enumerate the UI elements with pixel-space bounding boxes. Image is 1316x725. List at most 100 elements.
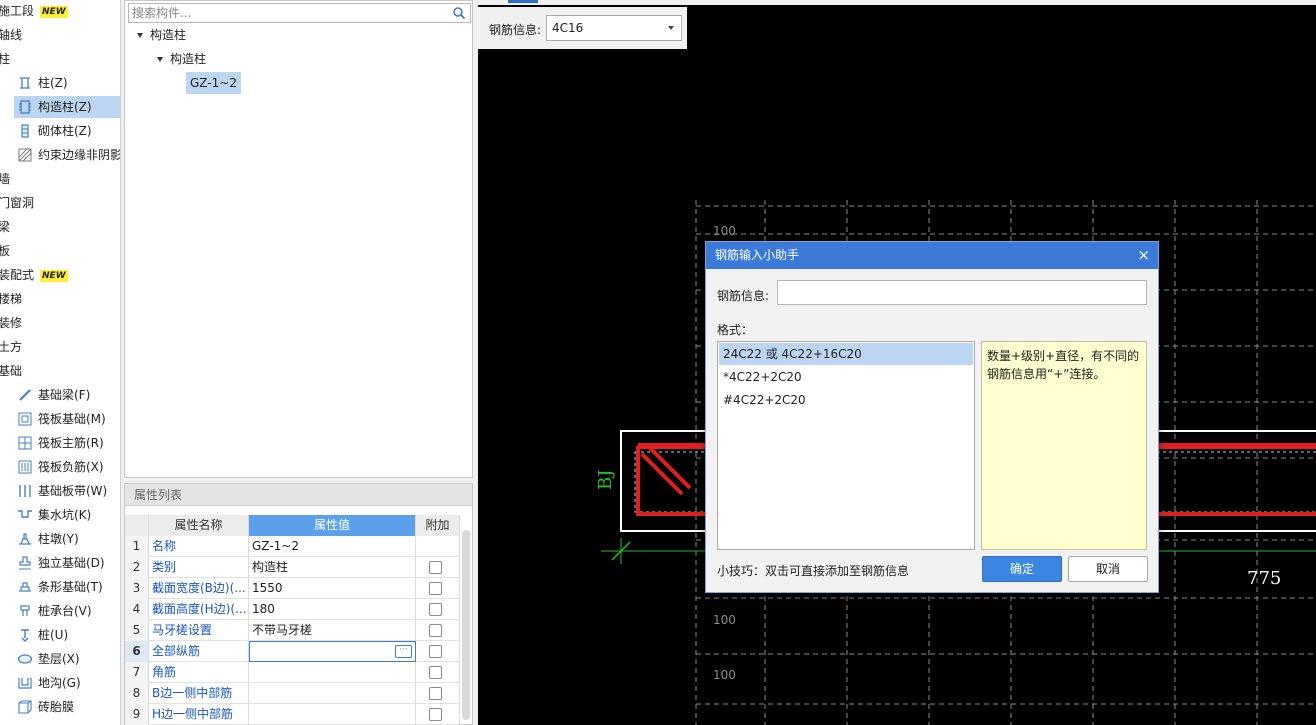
dialog-title-bar[interactable]: 钢筋输入小助手 × [706, 242, 1158, 269]
row-property-name[interactable]: 马牙槎设置 [149, 620, 249, 641]
table-row[interactable]: 2 类别 构造柱 [125, 557, 460, 578]
list-item[interactable]: #4C22+2C20 [719, 389, 973, 411]
nav-item[interactable]: 独立基础(D) [14, 552, 105, 574]
row-property-name[interactable]: 全部纵筋 [149, 641, 249, 662]
list-item[interactable]: *4C22+2C20 [719, 366, 973, 388]
property-scrollbar[interactable] [462, 530, 470, 720]
table-row[interactable]: 5 马牙槎设置 不带马牙槎 [125, 620, 460, 641]
cancel-button[interactable]: 取消 [1068, 556, 1148, 582]
row-property-value[interactable]: ··· [249, 641, 416, 662]
table-row[interactable]: 1 名称 GZ-1~2 [125, 536, 460, 557]
nav-item[interactable]: 筏板基础(M) [14, 408, 106, 430]
nav-item[interactable]: 楼梯 [0, 288, 22, 310]
nav-item[interactable]: 装修 [0, 312, 22, 334]
nav-item[interactable]: 基础梁(F) [14, 384, 90, 406]
row-property-name[interactable]: 截面高度(H边)(... [149, 599, 249, 620]
row-property-name[interactable]: 名称 [149, 536, 249, 557]
extra-checkbox[interactable] [429, 708, 442, 721]
table-row[interactable]: 3 截面宽度(B边)(... 1550 [125, 578, 460, 599]
dialog-rebar-info-field[interactable] [777, 280, 1147, 305]
header-property-value[interactable]: 属性值 [249, 515, 416, 536]
nav-item[interactable]: 墙 [0, 168, 10, 190]
row-property-value[interactable]: 1550 [249, 578, 416, 599]
nav-item[interactable]: 土方 [0, 336, 22, 358]
nav-item[interactable]: 柱 [0, 48, 10, 70]
row-property-value[interactable] [249, 662, 416, 683]
nav-item-label: 装配式 [0, 268, 35, 282]
nav-item-label: 垫层(X) [38, 652, 80, 666]
nav-item[interactable]: 桩(U) [14, 624, 68, 646]
format-list[interactable]: 24C22 或 4C22+16C20 *4C22+2C20 #4C22+2C20 [717, 341, 975, 550]
dialog-rebar-info-input[interactable] [778, 281, 1146, 304]
nav-item[interactable]: 基础板带(W) [14, 480, 107, 502]
table-row[interactable]: 6 全部纵筋 ··· [125, 641, 460, 662]
nav-item[interactable]: 砖胎膜 [14, 696, 74, 718]
nav-item[interactable]: 桩承台(V) [14, 600, 92, 622]
nav-item[interactable]: 地沟(G) [14, 672, 81, 694]
nav-item[interactable]: 基础 [0, 360, 22, 382]
extra-checkbox[interactable] [429, 687, 442, 700]
row-property-name[interactable]: 角筋 [149, 662, 249, 683]
nav-item-label: 砌体柱(Z) [38, 124, 92, 138]
row-extra [416, 620, 460, 641]
search-input[interactable] [129, 4, 439, 22]
extra-checkbox[interactable] [429, 561, 442, 574]
row-property-value[interactable] [249, 683, 416, 704]
extra-checkbox[interactable] [429, 645, 442, 658]
ok-button[interactable]: 确定 [982, 556, 1062, 582]
row-property-name[interactable]: H边一侧中部筋 [149, 704, 249, 725]
row-property-value[interactable] [249, 704, 416, 725]
nav-item[interactable]: 装配式 NEW [0, 264, 68, 286]
nav-item[interactable]: 轴线 [0, 24, 22, 46]
format-description: 数量+级别+直径，有不同的钢筋信息用“+”连接。 [981, 341, 1147, 550]
chevron-down-icon[interactable] [668, 26, 674, 30]
extra-checkbox[interactable] [429, 624, 442, 637]
nav-item[interactable]: 约束边缘非阴影 [14, 144, 120, 166]
nav-item[interactable]: 筏板负筋(X) [14, 456, 104, 478]
table-row[interactable]: 7 角筋 [125, 662, 460, 683]
cushion-icon [17, 654, 33, 664]
nav-item[interactable]: 板 [0, 240, 10, 262]
table-row[interactable]: 9 H边一侧中部筋 [125, 704, 460, 725]
expand-arrow-icon[interactable] [137, 33, 143, 38]
nav-item-label: 轴线 [0, 28, 23, 42]
nav-item[interactable]: 施工段 NEW [0, 0, 68, 22]
search-box[interactable] [128, 3, 471, 23]
more-icon[interactable]: ··· [395, 645, 412, 658]
header-extra[interactable]: 附加 [416, 515, 460, 536]
row-property-value[interactable]: 构造柱 [249, 557, 416, 578]
expand-arrow-icon[interactable] [157, 57, 163, 62]
table-row[interactable]: 4 截面高度(H边)(... 180 [125, 599, 460, 620]
nav-item[interactable]: 柱墩(Y) [14, 528, 79, 550]
row-extra [416, 683, 460, 704]
header-property-name[interactable]: 属性名称 [149, 515, 249, 536]
list-item[interactable]: 24C22 或 4C22+16C20 [719, 343, 973, 365]
nav-item[interactable]: 构造柱(Z) [14, 96, 120, 118]
nav-item[interactable]: 门窗洞 [0, 192, 34, 214]
nav-item[interactable]: 集水坑(K) [14, 504, 91, 526]
nav-item[interactable]: 垫层(X) [14, 648, 80, 670]
nav-item[interactable]: 梁 [0, 216, 10, 238]
extra-checkbox[interactable] [429, 666, 442, 679]
nav-item[interactable]: 条形基础(T) [14, 576, 103, 598]
row-property-name[interactable]: B边一侧中部筋 [149, 683, 249, 704]
tree-node-child[interactable]: 构造柱 [157, 48, 206, 70]
extra-checkbox[interactable] [429, 582, 442, 595]
row-property-value[interactable]: GZ-1~2 [249, 536, 416, 557]
tree-node-root[interactable]: 构造柱 [137, 24, 186, 46]
row-property-name[interactable]: 截面宽度(B边)(... [149, 578, 249, 599]
row-property-value[interactable]: 不带马牙槎 [249, 620, 416, 641]
rebar-info-select[interactable]: 4C16 [546, 15, 682, 41]
close-icon[interactable]: × [1137, 242, 1150, 269]
extra-checkbox[interactable] [429, 603, 442, 616]
tree-node-gz-1-2[interactable]: GZ-1~2 [186, 72, 241, 94]
nav-item[interactable]: 砌体柱(Z) [14, 120, 92, 142]
search-icon[interactable] [452, 6, 466, 20]
table-row[interactable]: 8 B边一侧中部筋 [125, 683, 460, 704]
row-property-value[interactable]: 180 [249, 599, 416, 620]
nav-item[interactable]: 筏板主筋(R) [14, 432, 104, 454]
nav-item[interactable]: 柱(Z) [14, 72, 68, 94]
nav-item-label: 柱(Z) [38, 76, 68, 90]
dialog-rebar-info-label: 钢筋信息: [717, 289, 770, 303]
row-property-name[interactable]: 类别 [149, 557, 249, 578]
